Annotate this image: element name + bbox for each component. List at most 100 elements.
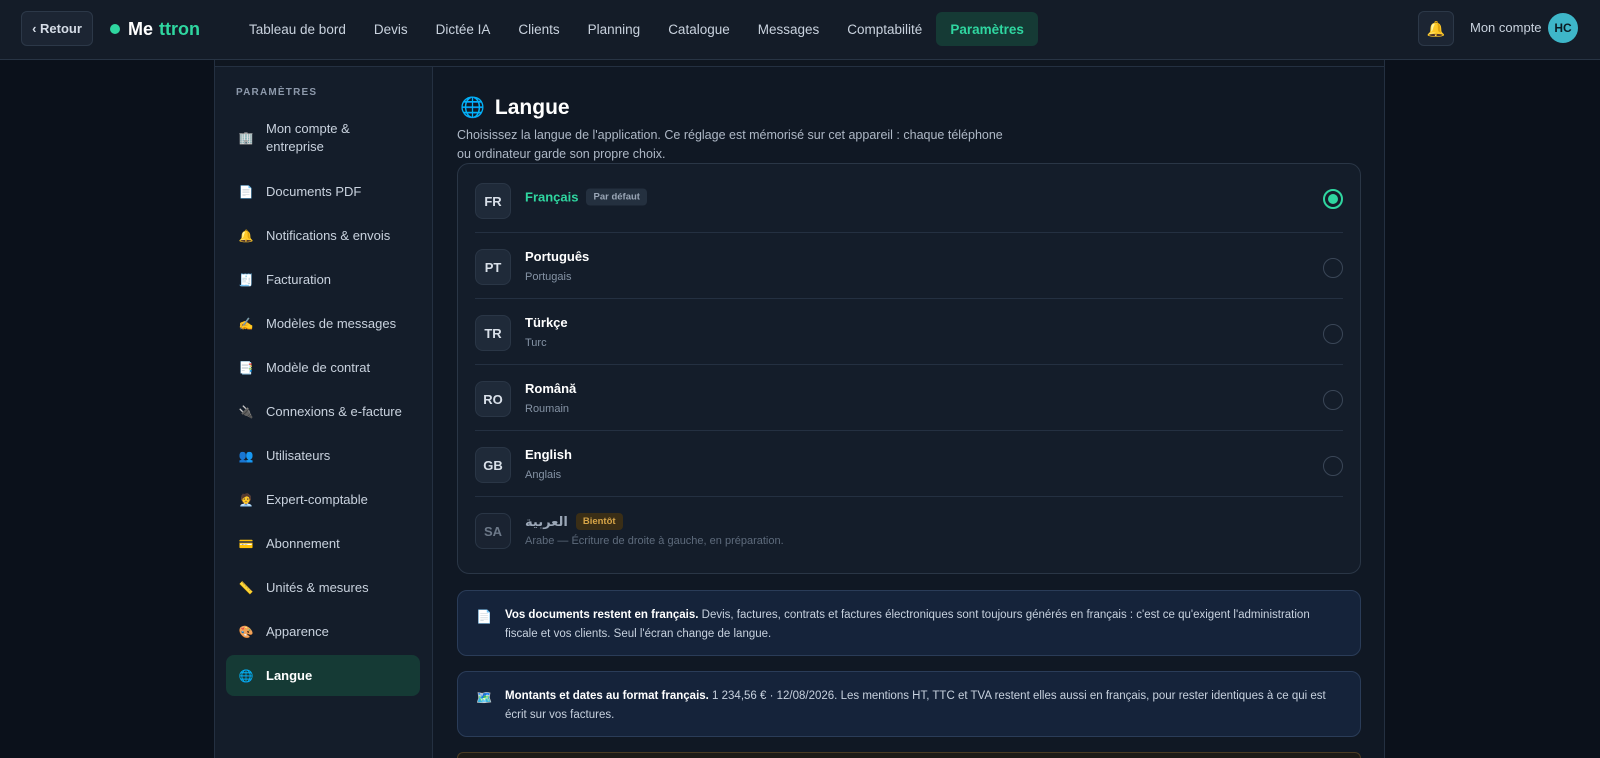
document-icon: 📄 [476, 609, 493, 624]
brand-name-part2: ttron [159, 18, 200, 39]
language-radio-gb[interactable] [1323, 456, 1343, 476]
sidebar-item-label: Apparence [266, 623, 329, 639]
bell-icon: 🔔 [1426, 20, 1446, 38]
sidebar-item-label: Expert-comptable [266, 491, 368, 507]
credit-card-icon: 💳 [238, 536, 254, 551]
language-code: TR [475, 315, 511, 351]
language-code: SA [475, 513, 511, 549]
language-code: GB [475, 447, 511, 483]
sidebar-item-label: Facturation [266, 271, 332, 287]
language-subtitle: Anglais [525, 469, 562, 481]
nav-dictee-ia[interactable]: Dictée IA [422, 12, 505, 46]
sidebar-item-langue[interactable]: 🌐 Langue [226, 655, 420, 696]
back-button[interactable]: ‹ Retour [21, 11, 93, 46]
writing-hand-icon: ✍️ [238, 316, 254, 331]
sidebar-item-label: Unités & mesures [266, 579, 369, 595]
language-subtitle: Portugais [525, 271, 572, 283]
page-title: 🌐 Langue [460, 95, 570, 120]
sidebar-item-mon-compte[interactable]: 🏢 Mon compte & entreprise [226, 115, 420, 161]
sidebar-item-modeles-messages[interactable]: ✍️ Modèles de messages [226, 303, 420, 344]
avatar[interactable]: HC [1548, 13, 1578, 43]
plug-icon: 🔌 [238, 404, 254, 419]
sidebar-item-label: Modèle de contrat [266, 359, 371, 375]
sidebar-item-abonnement[interactable]: 💳 Abonnement [226, 523, 420, 564]
sidebar-item-apparence[interactable]: 🎨 Apparence [226, 611, 420, 652]
ruler-icon: 📏 [238, 580, 254, 595]
language-radio-fr[interactable] [1323, 189, 1343, 209]
language-name: العربية Bientôt [525, 513, 623, 530]
language-option-sa: SA العربية Bientôt Arabe — Écriture de d… [475, 497, 1343, 563]
map-icon: 🗺️ [476, 690, 493, 705]
info-formats-french: 🗺️ Montants et dates au format français.… [457, 671, 1361, 737]
language-option-ro[interactable]: RO Română Roumain [475, 365, 1343, 431]
sidebar-item-notifications[interactable]: 🔔 Notifications & envois [226, 215, 420, 256]
sidebar-item-unites-mesures[interactable]: 📏 Unités & mesures [226, 567, 420, 608]
language-name: Română [525, 381, 577, 396]
document-icon: 📄 [238, 184, 254, 199]
language-subtitle: Roumain [525, 403, 570, 415]
coming-soon-badge: Bientôt [575, 513, 623, 530]
bell-icon: 🔔 [238, 228, 254, 243]
sidebar-item-utilisateurs[interactable]: 👥 Utilisateurs [226, 435, 420, 476]
sidebar-item-documents-pdf[interactable]: 📄 Documents PDF [226, 171, 420, 212]
accountant-icon: 🧑‍💼 [238, 492, 254, 507]
language-option-pt[interactable]: PT Português Portugais [475, 233, 1343, 299]
nav-messages[interactable]: Messages [744, 12, 834, 46]
sidebar-item-facturation[interactable]: 🧾 Facturation [226, 259, 420, 300]
language-name-text: Français [525, 189, 579, 205]
sidebar-item-label: Connexions & e-facture [266, 403, 402, 419]
sidebar-item-label: Notifications & envois [266, 227, 391, 243]
receipt-icon: 🧾 [238, 272, 254, 287]
contract-icon: 📑 [238, 360, 254, 375]
main-nav: Tableau de bord Devis Dictée IA Clients … [235, 12, 1038, 46]
nav-parametres[interactable]: Paramètres [936, 12, 1038, 46]
sidebar-item-label: Abonnement [266, 535, 340, 551]
language-name: Français Par défaut [525, 188, 647, 206]
language-code: PT [475, 249, 511, 285]
page-description: Choisissez la langue de l'application. C… [457, 128, 1003, 161]
sidebar-item-label: Documents PDF [266, 183, 362, 199]
sidebar-item-expert-comptable[interactable]: 🧑‍💼 Expert-comptable [226, 479, 420, 520]
users-icon: 👥 [238, 448, 254, 463]
language-option-tr[interactable]: TR Türkçe Turc [475, 299, 1343, 365]
brand-name-part1: Me [128, 18, 154, 39]
nav-tableau-de-bord[interactable]: Tableau de bord [235, 12, 360, 46]
notifications-button[interactable]: 🔔 [1418, 11, 1454, 46]
nav-clients[interactable]: Clients [504, 12, 573, 46]
info-documents-bold: Vos documents restent en français. [505, 609, 699, 621]
language-radio-pt[interactable] [1323, 258, 1343, 278]
brand-dot-icon [110, 24, 120, 34]
default-badge: Par défaut [586, 188, 647, 206]
language-option-fr[interactable]: FR Français Par défaut [475, 167, 1343, 233]
brand-logo[interactable]: Me ttron [110, 16, 200, 42]
top-navigation-bar: ‹ Retour Me ttron Tableau de bord Devis … [0, 0, 1600, 60]
nav-comptabilite[interactable]: Comptabilité [833, 12, 936, 46]
palette-icon: 🎨 [238, 624, 254, 639]
info-formats-bold: Montants et dates au format français. [505, 690, 709, 702]
language-option-gb[interactable]: GB English Anglais [475, 431, 1343, 497]
language-name: English [525, 447, 572, 462]
language-name: Português [525, 249, 590, 264]
info-documents-text: Vos documents restent en français. Devis… [505, 606, 1340, 644]
settings-sidebar: PARAMÈTRES 🏢 Mon compte & entreprise 📄 D… [215, 67, 433, 758]
nav-planning[interactable]: Planning [574, 12, 655, 46]
info-formats-text: Montants et dates au format français. 1 … [505, 687, 1340, 725]
language-name-text: العربية [525, 513, 568, 529]
sidebar-item-connexions[interactable]: 🔌 Connexions & e-facture [226, 391, 420, 432]
globe-icon: 🌐 [238, 668, 254, 683]
sidebar-item-label: Mon compte & entreprise [266, 121, 350, 154]
language-radio-tr[interactable] [1323, 324, 1343, 344]
sidebar-item-label: Modèles de messages [266, 315, 397, 331]
sidebar-item-modele-contrat[interactable]: 📑 Modèle de contrat [226, 347, 420, 388]
nav-catalogue[interactable]: Catalogue [654, 12, 744, 46]
sidebar-item-label: Langue [266, 667, 313, 683]
nav-devis[interactable]: Devis [360, 12, 422, 46]
globe-icon: 🌐 [460, 97, 485, 119]
account-link[interactable]: Mon compte [1470, 20, 1542, 35]
language-subtitle: Arabe — Écriture de droite à gauche, en … [525, 535, 784, 547]
language-name: Türkçe [525, 315, 568, 330]
language-radio-ro[interactable] [1323, 390, 1343, 410]
page-title-text: Langue [494, 95, 570, 119]
language-code: FR [475, 183, 511, 219]
building-icon: 🏢 [238, 131, 254, 145]
